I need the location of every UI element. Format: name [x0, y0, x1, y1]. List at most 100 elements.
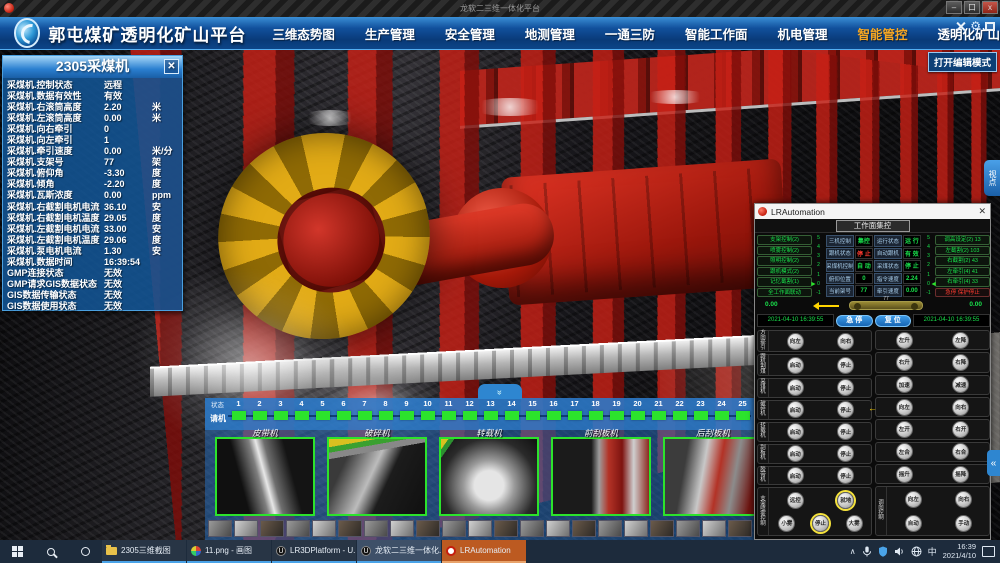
control-button[interactable]: 向右 — [837, 333, 854, 350]
control-button[interactable]: 摇升 — [896, 466, 913, 483]
filmstrip-thumbnail[interactable] — [312, 520, 336, 537]
channel-indicator[interactable]: 18 — [585, 399, 606, 420]
filmstrip-thumbnail[interactable] — [286, 520, 310, 537]
settings-gear-icon[interactable]: ⚙ — [970, 21, 981, 32]
channel-indicator[interactable]: 23 — [690, 399, 711, 420]
channel-indicator[interactable]: 2 — [249, 399, 270, 420]
channel-indicator[interactable]: 17 — [564, 399, 585, 420]
control-button[interactable]: 摇降 — [952, 466, 969, 483]
taskbar-item[interactable]: LRAutomation — [442, 540, 526, 563]
channel-indicator[interactable]: 1 — [228, 399, 249, 420]
control-button[interactable]: 左合 — [896, 443, 913, 460]
nav-item[interactable]: 智能管控 — [857, 24, 907, 43]
control-button[interactable]: 小雾 — [778, 515, 795, 532]
control-button[interactable]: 启动 — [787, 467, 804, 484]
channel-indicator[interactable]: 25 — [732, 399, 753, 420]
channel-indicator[interactable]: 16 — [543, 399, 564, 420]
lra-close-icon[interactable]: ✕ — [978, 206, 986, 217]
filmstrip-thumbnail[interactable] — [676, 520, 700, 537]
control-button[interactable]: 自动 — [905, 515, 922, 532]
hidden-icons-caret-icon[interactable]: ∧ — [850, 547, 856, 556]
channel-indicator[interactable]: 4 — [291, 399, 312, 420]
control-button[interactable]: 向左 — [896, 399, 913, 416]
lra-function-button[interactable]: 支架控制(2) — [757, 235, 812, 245]
ime-indicator[interactable]: 中 — [928, 545, 937, 558]
filmstrip-thumbnail[interactable] — [468, 520, 492, 537]
notification-center-icon[interactable] — [982, 546, 995, 557]
reset-button[interactable]: 复 位 — [875, 315, 912, 327]
control-button[interactable]: 就地 — [837, 492, 854, 509]
taskbar-item[interactable]: U龙软二三维一体化... — [357, 540, 441, 563]
lra-function-button[interactable]: 右截割(2) 43 — [935, 256, 990, 266]
channel-indicator[interactable]: 14 — [501, 399, 522, 420]
filmstrip-thumbnail[interactable] — [416, 520, 440, 537]
cortana-icon[interactable] — [68, 540, 102, 563]
control-button[interactable]: 右降 — [952, 354, 969, 371]
control-button[interactable]: 右合 — [952, 443, 969, 460]
nav-item[interactable]: 生产管理 — [365, 24, 415, 43]
channel-indicator[interactable]: 11 — [438, 399, 459, 420]
control-button[interactable]: 启动 — [787, 423, 804, 440]
lra-titlebar[interactable]: LRAutomation ✕ — [755, 204, 990, 219]
nav-item[interactable]: 三维态势图 — [272, 24, 335, 43]
search-icon[interactable] — [34, 540, 68, 563]
nav-item[interactable]: 机电管理 — [777, 24, 827, 43]
filmstrip-thumbnail[interactable] — [546, 520, 570, 537]
lra-estop-status-button[interactable]: 急停 保护停止 — [935, 288, 990, 298]
speaker-icon[interactable] — [894, 546, 905, 557]
nav-item[interactable]: 地测管理 — [525, 24, 575, 43]
control-button[interactable]: 左降 — [952, 332, 969, 349]
start-button[interactable] — [0, 540, 34, 563]
control-button[interactable]: 停止 — [837, 467, 854, 484]
camera-thumbnail[interactable]: 后刮板机 — [663, 437, 763, 516]
estop-button[interactable]: 急 停 — [836, 315, 873, 327]
window-icon[interactable] — [985, 22, 995, 31]
channel-indicator[interactable]: 5 — [312, 399, 333, 420]
lra-function-button[interactable]: 全工作面联动 — [757, 288, 812, 298]
control-button[interactable]: 停止 — [812, 515, 829, 532]
control-button[interactable]: 远控 — [787, 492, 804, 509]
viewpoint-tab[interactable]: 视点 — [984, 160, 1000, 196]
control-button[interactable]: 手动 — [955, 515, 972, 532]
close-button[interactable]: x — [982, 1, 998, 14]
lra-function-button[interactable]: 喷雾控制(2) — [757, 246, 812, 256]
filmstrip-thumbnail[interactable] — [520, 520, 544, 537]
filmstrip-thumbnail[interactable] — [208, 520, 232, 537]
camera-thumbnail[interactable]: 皮带机 — [215, 437, 315, 516]
control-button[interactable]: 右开 — [952, 421, 969, 438]
filmstrip-thumbnail[interactable] — [260, 520, 284, 537]
lra-function-button[interactable]: 跟机模式(2) — [757, 267, 812, 277]
taskbar-item[interactable]: 2305三维截图 — [102, 540, 186, 563]
microphone-icon[interactable] — [862, 546, 872, 557]
control-button[interactable]: 左开 — [896, 421, 913, 438]
open-edit-mode-button[interactable]: 打开编辑模式 — [928, 52, 997, 72]
tools-icon[interactable] — [955, 21, 966, 32]
lra-function-button[interactable]: 左截割(2) 103 — [935, 246, 990, 256]
taskbar-item[interactable]: 11.png - 画图 — [187, 540, 271, 563]
filmstrip-thumbnail[interactable] — [442, 520, 466, 537]
control-button[interactable]: 停止 — [837, 401, 854, 418]
nav-item[interactable]: 智能工作面 — [685, 24, 748, 43]
control-button[interactable]: 启动 — [787, 379, 804, 396]
channel-indicator[interactable]: 12 — [459, 399, 480, 420]
channel-indicator[interactable]: 6 — [333, 399, 354, 420]
filmstrip-thumbnail[interactable] — [364, 520, 388, 537]
control-button[interactable]: 向左 — [787, 333, 804, 350]
nav-item[interactable]: 一通三防 — [605, 24, 655, 43]
control-button[interactable]: 左升 — [896, 332, 913, 349]
channel-indicator[interactable]: 15 — [522, 399, 543, 420]
control-button[interactable]: 启动 — [787, 445, 804, 462]
control-button[interactable]: 停止 — [837, 445, 854, 462]
filmstrip-thumbnail[interactable] — [624, 520, 648, 537]
control-button[interactable]: 加速 — [896, 376, 913, 393]
lra-function-button[interactable]: 调高设定(2) 13 — [935, 235, 990, 245]
channel-indicator[interactable]: 20 — [627, 399, 648, 420]
filmstrip-thumbnail[interactable] — [338, 520, 362, 537]
control-button[interactable]: 启动 — [787, 357, 804, 374]
lra-function-button[interactable]: 左牵引(4) 41 — [935, 267, 990, 277]
filmstrip-thumbnail[interactable] — [572, 520, 596, 537]
channel-indicator[interactable]: 3 — [270, 399, 291, 420]
camera-thumbnail[interactable]: 破碎机 — [327, 437, 427, 516]
control-button[interactable]: 启动 — [787, 401, 804, 418]
channel-indicator[interactable]: 8 — [375, 399, 396, 420]
